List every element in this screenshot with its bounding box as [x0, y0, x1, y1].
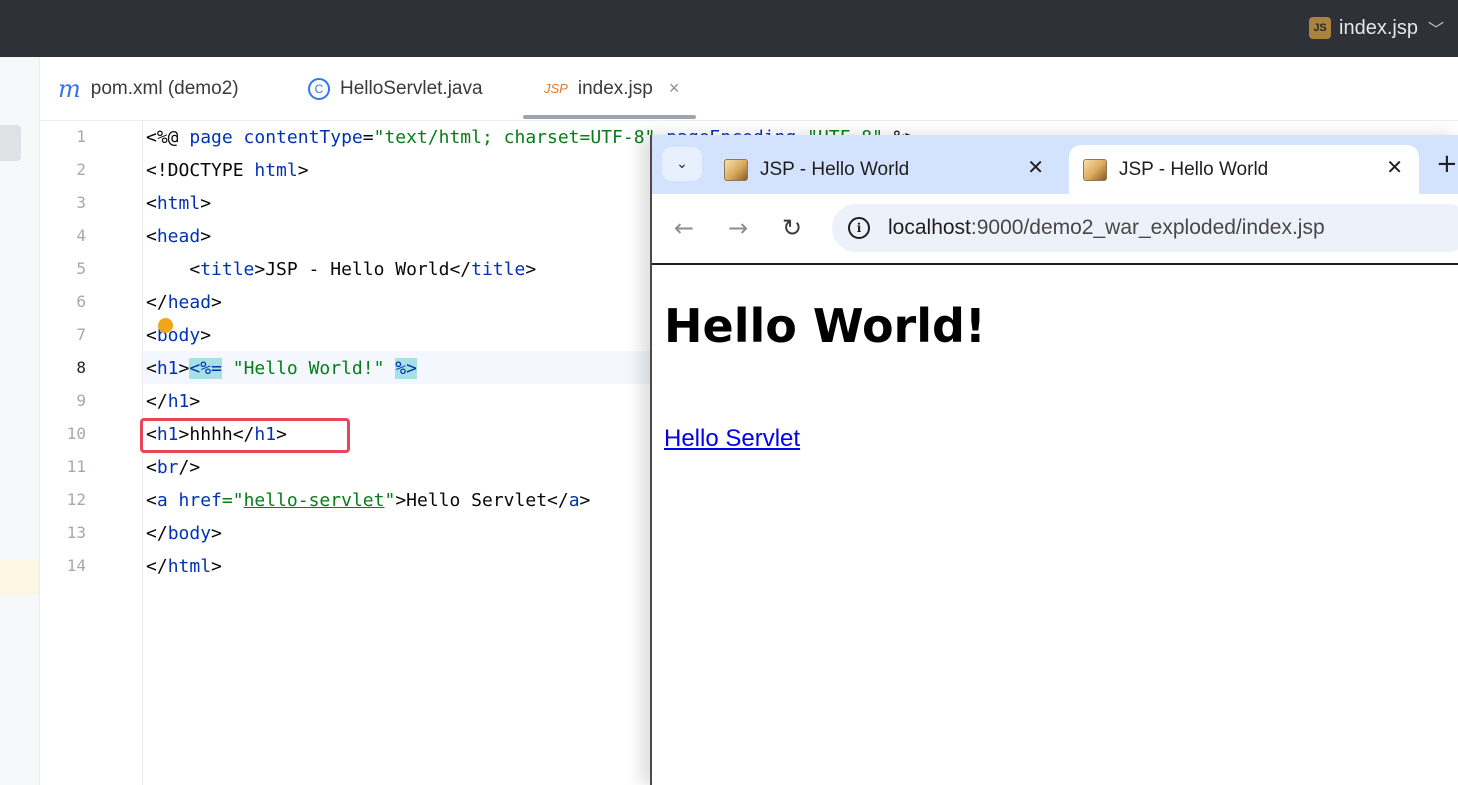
selected-tool-indicator[interactable] [0, 125, 21, 161]
line-number: 7 [76, 325, 86, 344]
chevron-down-icon: ﹀ [1427, 22, 1444, 39]
line-number: 9 [76, 391, 86, 410]
code-line-4[interactable]: <head> [146, 220, 211, 253]
browser-tab-active[interactable]: JSP - Hello World ✕ [1069, 145, 1419, 194]
tab-label: pom.xml (demo2) [90, 77, 239, 99]
page-heading: Hello World! [664, 299, 986, 353]
editor-tab-bar: m pom.xml (demo2) C HelloServlet.java JS… [40, 57, 1458, 121]
tomcat-favicon-icon [724, 158, 748, 181]
code-line-2[interactable]: <!DOCTYPE html> [146, 154, 309, 187]
strip-highlight [0, 560, 39, 594]
java-class-icon: C [308, 77, 330, 100]
browser-window: ⌄ JSP - Hello World ✕ JSP - Hello World … [650, 135, 1458, 785]
tab-label: index.jsp [577, 77, 653, 99]
code-line-13[interactable]: </body> [146, 517, 222, 550]
url-path: :9000/demo2_war_exploded/index.jsp [970, 216, 1325, 239]
tab-label: HelloServlet.java [340, 77, 483, 99]
line-number: 6 [76, 292, 86, 311]
hello-servlet-link[interactable]: Hello Servlet [664, 425, 800, 453]
close-tab-icon[interactable]: × [669, 78, 680, 99]
code-line-12[interactable]: <a href="hello-servlet">Hello Servlet</a… [146, 484, 590, 517]
code-line-3[interactable]: <html> [146, 187, 211, 220]
js-file-icon: JS [1309, 17, 1332, 39]
intention-bulb-icon[interactable] [158, 318, 173, 333]
tab-helloservlet-java[interactable]: C HelloServlet.java [308, 57, 483, 120]
url-host: localhost [888, 216, 971, 239]
tab-index-jsp[interactable]: JSP index.jsp × [544, 57, 679, 120]
run-config-selector[interactable]: JS index.jsp ﹀ [1309, 14, 1444, 42]
run-config-label: index.jsp [1339, 16, 1418, 39]
code-line-14[interactable]: </html> [146, 550, 222, 583]
forward-arrow-icon[interactable]: → [728, 214, 748, 242]
line-number: 13 [66, 523, 86, 542]
back-arrow-icon[interactable]: ← [674, 214, 694, 242]
code-line-5[interactable]: <title>JSP - Hello World</title> [146, 253, 536, 286]
code-line-11[interactable]: <br/> [146, 451, 200, 484]
active-tab-indicator [523, 115, 696, 119]
jsp-file-icon: JSP [544, 81, 568, 96]
address-bar[interactable]: i localhost:9000/demo2_war_exploded/inde… [832, 204, 1458, 252]
code-line-9[interactable]: </h1> [146, 385, 200, 418]
web-page-content: Hello World! Hello Servlet [652, 265, 1458, 785]
ide-title-bar: JS index.jsp ﹀ [0, 0, 1458, 57]
new-tab-button[interactable]: + [1436, 149, 1458, 179]
annotation-highlight-box [140, 418, 350, 453]
close-tab-icon[interactable]: ✕ [1386, 155, 1403, 180]
line-number-gutter: 1 2 3 4 5 6 7 8 9 10 11 12 13 14 [40, 121, 143, 785]
left-tool-strip [0, 57, 40, 785]
tab-search-button[interactable]: ⌄ [662, 147, 702, 181]
code-line-7[interactable]: <body> [146, 319, 211, 352]
line-number: 12 [66, 490, 86, 509]
browser-tab-title: JSP - Hello World [1119, 158, 1269, 180]
code-line-8[interactable]: <h1><%= "Hello World!" %> [146, 352, 417, 385]
line-number: 14 [66, 556, 86, 575]
close-tab-icon[interactable]: ✕ [1027, 155, 1044, 180]
line-number-current: 8 [76, 358, 86, 377]
tab-pom-xml[interactable]: m pom.xml (demo2) [58, 57, 239, 120]
site-info-icon[interactable]: i [848, 217, 870, 239]
line-number: 5 [76, 259, 86, 278]
line-number: 1 [76, 127, 86, 146]
browser-tab-title: JSP - Hello World [760, 158, 910, 180]
code-line-6[interactable]: </head> [146, 286, 222, 319]
browser-tab[interactable]: JSP - Hello World ✕ [710, 145, 1060, 194]
browser-tab-strip: ⌄ JSP - Hello World ✕ JSP - Hello World … [652, 135, 1458, 194]
line-number: 3 [76, 193, 86, 212]
line-number: 11 [66, 457, 86, 476]
tomcat-favicon-icon [1083, 158, 1107, 181]
browser-toolbar: ← → ↻ i localhost:9000/demo2_war_explode… [652, 194, 1458, 265]
maven-file-icon: m [58, 74, 81, 103]
chevron-down-icon: ⌄ [676, 156, 688, 172]
line-number: 2 [76, 160, 86, 179]
line-number: 10 [66, 424, 86, 443]
line-number: 4 [76, 226, 86, 245]
reload-icon[interactable]: ↻ [782, 214, 802, 242]
